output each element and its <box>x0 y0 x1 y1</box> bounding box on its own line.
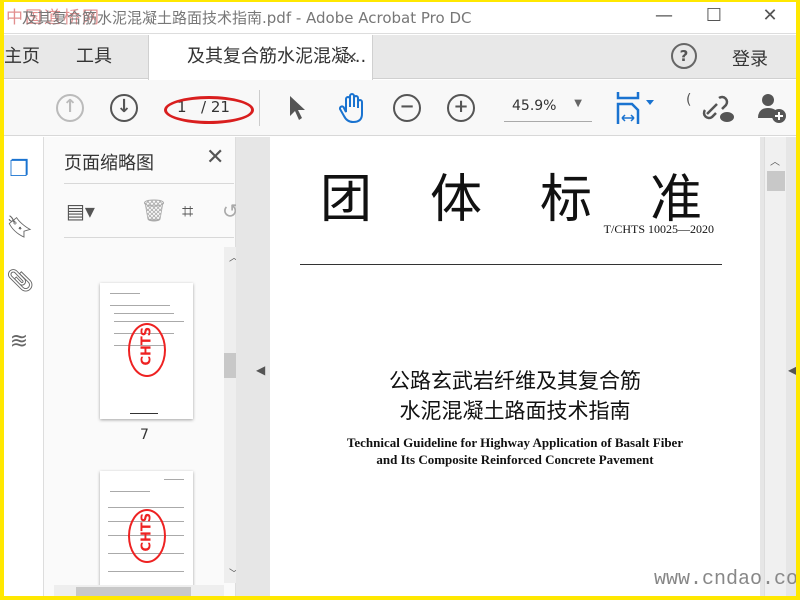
site-watermark: www.cndao.com <box>654 568 796 591</box>
share-link-icon[interactable] <box>701 92 735 124</box>
toolbar: ↑ ↓ 1 / 21 − + 45.9% ▼ ( <box>4 80 796 136</box>
panel-close-icon[interactable]: ✕ <box>206 145 224 170</box>
tab-close-icon[interactable]: × <box>345 35 358 79</box>
tab-document-label: 及其复合筋水泥混凝... <box>187 46 367 67</box>
title-zh-line-2: 水泥混凝土路面技术指南 <box>399 399 631 423</box>
page-thumbnail[interactable]: CHTS <box>100 283 193 419</box>
divider <box>64 183 234 184</box>
add-user-icon[interactable] <box>756 92 790 124</box>
bookmark-icon[interactable]: 🔖︎ <box>6 215 34 245</box>
standard-code: T/CHTS 10025—2020 <box>603 222 714 236</box>
hand-tool-icon[interactable] <box>338 92 368 124</box>
title-en-line-1: Technical Guideline for Highway Applicat… <box>346 435 684 450</box>
panel-title: 页面缩略图 <box>64 153 154 174</box>
title-bar: 中国道桥网 及其复合筋水泥混凝土路面技术指南.pdf - Adobe Acrob… <box>4 2 796 34</box>
heading-rule <box>300 264 722 265</box>
zoom-value: 45.9% <box>512 98 557 114</box>
minimize-button[interactable]: — <box>644 4 684 30</box>
thumbnail-options-icon[interactable]: ▤▾ <box>66 199 95 223</box>
overflow-icon: ( <box>686 92 692 108</box>
zoom-in-icon[interactable]: + <box>447 94 475 122</box>
document-scrollbar[interactable]: ︿ <box>764 137 786 596</box>
thumbnail-page-number: 7 <box>140 427 149 443</box>
page-thumbnail[interactable]: CHTS <box>100 471 193 596</box>
title-en-line-2: and Its Composite Reinforced Concrete Pa… <box>376 452 654 467</box>
divider <box>64 237 234 238</box>
next-page-icon[interactable]: ↓ <box>110 94 138 122</box>
zoom-select[interactable]: 45.9% ▼ <box>504 94 592 122</box>
pdf-page: 团体标准 T/CHTS 10025—2020 公路玄武岩纤维及其复合筋 水泥混凝… <box>270 137 760 596</box>
red-annotation-oval <box>164 96 254 124</box>
tab-tools[interactable]: 工具 <box>76 35 112 79</box>
insert-page-icon[interactable]: ⌗ <box>182 199 193 223</box>
fit-page-icon[interactable] <box>616 92 662 124</box>
close-window-button[interactable]: ✕ <box>750 4 790 30</box>
help-icon[interactable]: ? <box>671 43 697 69</box>
title-zh-line-1: 公路玄武岩纤维及其复合筋 <box>389 369 641 393</box>
scroll-thumb[interactable] <box>767 171 785 191</box>
zoom-out-icon[interactable]: − <box>393 94 421 122</box>
select-cursor-icon[interactable] <box>288 94 308 122</box>
divider <box>259 90 260 126</box>
chts-stamp: CHTS <box>128 323 166 377</box>
tab-bar: 主页 工具 及其复合筋水泥混凝... × ? 登录 <box>4 35 796 80</box>
delete-page-icon[interactable]: 🗑︎ <box>140 199 168 224</box>
login-button[interactable]: 登录 <box>732 45 768 71</box>
document-area: ◀ 团体标准 T/CHTS 10025—2020 公路玄武岩纤维及其复合筋 水泥… <box>236 137 796 596</box>
tab-document[interactable]: 及其复合筋水泥混凝... × <box>148 35 373 80</box>
layers-icon[interactable]: ≋ <box>6 329 32 359</box>
document-heading: 团体标准 <box>320 170 761 230</box>
expand-right-panel-icon[interactable]: ◀ <box>788 363 796 377</box>
attachment-icon[interactable]: 📎︎ <box>6 269 34 299</box>
tab-home[interactable]: 主页 <box>4 35 40 79</box>
chts-stamp: CHTS <box>128 509 166 563</box>
previous-page-icon[interactable]: ↑ <box>56 94 84 122</box>
window-title: 及其复合筋水泥混凝土路面技术指南.pdf - Adobe Acrobat Pro… <box>22 9 472 27</box>
collapse-panel-icon[interactable]: ◀ <box>256 363 265 377</box>
scroll-up-icon[interactable]: ︿ <box>770 153 780 168</box>
horizontal-scrollbar[interactable] <box>54 585 224 596</box>
navigation-rail: ❐ 🔖︎ 📎︎ ≋ <box>4 137 44 596</box>
thumbnails-panel: 页面缩略图 ✕ ▤▾ 🗑︎ ⌗ ↺ CHTS 7 CHTS ︿ ﹀ <box>44 137 244 596</box>
chevron-down-icon: ▼ <box>574 98 582 109</box>
acrobat-window: 中国道桥网 及其复合筋水泥混凝土路面技术指南.pdf - Adobe Acrob… <box>4 2 796 596</box>
maximize-button[interactable]: ☐ <box>694 4 734 30</box>
page-thumbnails-icon[interactable]: ❐ <box>6 157 32 187</box>
